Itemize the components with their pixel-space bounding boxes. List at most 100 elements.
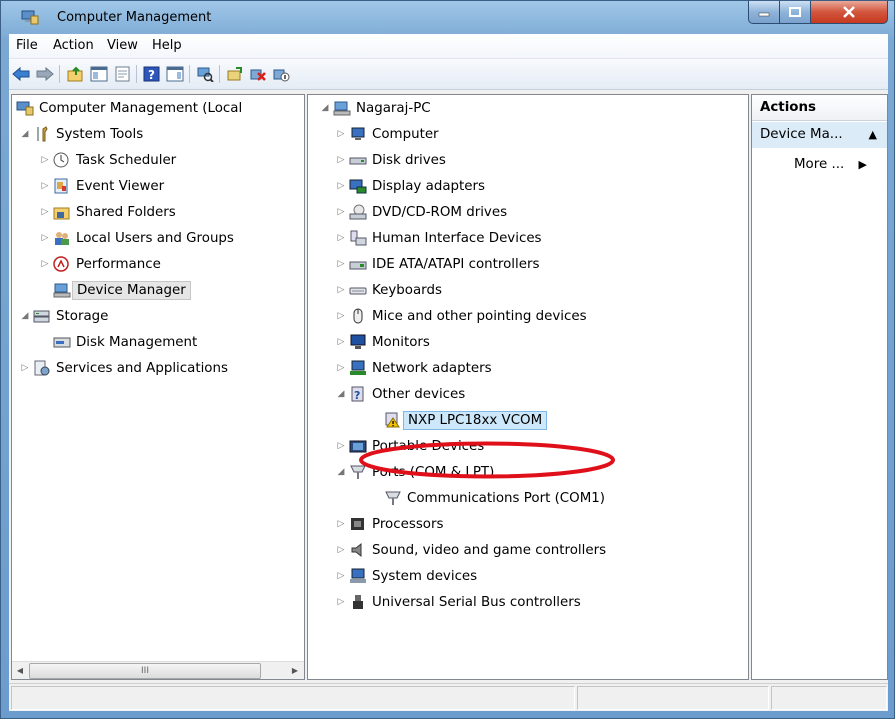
computer-icon [349, 126, 367, 142]
scroll-left-arrow-icon[interactable]: ◀ [13, 664, 27, 677]
forward-button[interactable] [35, 64, 55, 84]
device-category-processors[interactable]: ▷ Processors [336, 513, 444, 535]
tree-item-local-users-groups[interactable]: ▷ Local Users and Groups [40, 227, 234, 249]
uninstall-button[interactable] [248, 64, 268, 84]
processor-icon [349, 516, 367, 532]
pc-icon [333, 100, 351, 116]
expand-arrow-icon[interactable]: ▷ [336, 571, 346, 581]
tree-item-task-scheduler[interactable]: ▷ Task Scheduler [40, 149, 176, 171]
expand-arrow-icon[interactable]: ▷ [40, 207, 50, 217]
menu-action[interactable]: Action [53, 38, 94, 53]
collapse-up-arrow-icon[interactable]: ▲ [869, 122, 877, 148]
tree-item-services-applications[interactable]: ▷ Services and Applications [20, 357, 228, 379]
scrollbar-thumb[interactable]: III [29, 663, 261, 679]
minimize-button[interactable] [748, 1, 780, 24]
scan-hardware-button[interactable] [195, 64, 215, 84]
show-hide-tree-button[interactable] [89, 64, 109, 84]
device-category-network-adapters[interactable]: ▷ Network adapters [336, 357, 492, 379]
menu-help[interactable]: Help [152, 38, 182, 53]
expand-arrow-icon[interactable]: ▷ [40, 233, 50, 243]
device-category-usb[interactable]: ▷ Universal Serial Bus controllers [336, 591, 581, 613]
collapse-arrow-icon[interactable]: ◢ [336, 389, 346, 399]
expand-arrow-icon[interactable]: ▷ [336, 207, 346, 217]
collapse-arrow-icon[interactable]: ◢ [20, 129, 30, 139]
tools-icon [33, 126, 51, 142]
scroll-right-arrow-icon[interactable]: ▶ [288, 664, 302, 677]
device-category-sound[interactable]: ▷ Sound, video and game controllers [336, 539, 607, 561]
tree-item-shared-folders[interactable]: ▷ Shared Folders [40, 201, 176, 223]
expand-arrow-icon[interactable]: ▷ [40, 181, 50, 191]
expand-arrow-icon[interactable]: ▷ [336, 441, 346, 451]
back-button[interactable] [11, 64, 31, 84]
disable-device-button[interactable] [271, 64, 291, 84]
device-category-system-devices[interactable]: ▷ System devices [336, 565, 477, 587]
menu-view[interactable]: View [107, 38, 138, 53]
device-category-disk-drives[interactable]: ▷ Disk drives [336, 149, 446, 171]
up-folder-button[interactable] [66, 64, 86, 84]
expand-arrow-icon[interactable]: ▷ [40, 259, 50, 269]
expand-arrow-icon[interactable]: ▷ [336, 259, 346, 269]
tree-item-event-viewer[interactable]: ▷ Event Viewer [40, 175, 164, 197]
expand-arrow-icon[interactable]: ▷ [336, 181, 346, 191]
device-communications-port-com1[interactable]: Communications Port (COM1) [384, 487, 605, 509]
device-category-mice[interactable]: ▷ Mice and other pointing devices [336, 305, 587, 327]
expand-arrow-icon[interactable]: ▷ [336, 129, 346, 139]
console-tree-pane[interactable]: Computer Management (Local ◢ System Tool… [11, 94, 305, 680]
expand-arrow-icon[interactable]: ▷ [336, 285, 346, 295]
actions-more-item[interactable]: More ... ▶ [794, 157, 867, 172]
device-tree-root[interactable]: ◢ Nagaraj-PC [320, 97, 431, 119]
device-category-ide-controllers[interactable]: ▷ IDE ATA/ATAPI controllers [336, 253, 540, 275]
shared-folders-icon [53, 204, 71, 220]
properties-button[interactable] [113, 64, 133, 84]
unknown-device-icon: ? [349, 386, 367, 402]
tree-item-storage[interactable]: ◢ Storage [20, 305, 109, 327]
device-tree-pane[interactable]: ◢ Nagaraj-PC ▷ Computer ▷ Disk drives ▷ … [307, 94, 749, 680]
device-category-label: System devices [372, 568, 478, 584]
client-area: File Action View Help ? Computer Managem… [9, 34, 888, 711]
maximize-button[interactable] [780, 1, 811, 24]
close-button[interactable] [811, 1, 888, 24]
help-button[interactable]: ? [142, 64, 162, 84]
device-category-keyboards[interactable]: ▷ Keyboards [336, 279, 442, 301]
update-driver-button[interactable] [225, 64, 245, 84]
title-bar[interactable]: Computer Management [1, 1, 894, 34]
expand-arrow-icon[interactable]: ▷ [336, 545, 346, 555]
collapse-arrow-icon[interactable]: ◢ [20, 311, 30, 321]
disable-device-icon [273, 69, 290, 82]
device-category-label: Display adapters [372, 178, 485, 194]
device-category-computer[interactable]: ▷ Computer [336, 123, 439, 145]
tree-item-disk-management[interactable]: Disk Management [40, 331, 197, 353]
expand-arrow-icon[interactable]: ▷ [336, 311, 346, 321]
expand-arrow-icon[interactable]: ▷ [336, 519, 346, 529]
show-hide-action-pane-button[interactable] [165, 64, 185, 84]
device-category-dvd-cdrom[interactable]: ▷ DVD/CD-ROM drives [336, 201, 507, 223]
expand-arrow-icon[interactable]: ▷ [336, 597, 346, 607]
collapse-arrow-icon[interactable]: ◢ [336, 467, 346, 477]
tree-item-device-manager[interactable]: Device Manager [40, 279, 191, 301]
device-category-label: IDE ATA/ATAPI controllers [372, 256, 540, 272]
device-category-hid[interactable]: ▷ Human Interface Devices [336, 227, 542, 249]
uninstall-icon [250, 69, 266, 81]
collapse-arrow-icon[interactable]: ◢ [320, 103, 330, 113]
device-category-monitors[interactable]: ▷ Monitors [336, 331, 430, 353]
expand-arrow-icon[interactable]: ▷ [336, 155, 346, 165]
display-adapter-icon [349, 178, 367, 194]
device-category-label: Human Interface Devices [372, 230, 542, 246]
horizontal-scrollbar[interactable]: ◀ III ▶ [12, 661, 304, 679]
expand-arrow-icon[interactable]: ▷ [336, 233, 346, 243]
device-category-display-adapters[interactable]: ▷ Display adapters [336, 175, 485, 197]
device-nxp-lpc18xx-vcom[interactable]: NXP LPC18xx VCOM [384, 409, 548, 431]
tree-item-performance[interactable]: ▷ Performance [40, 253, 161, 275]
tree-item-system-tools[interactable]: ◢ System Tools [20, 123, 143, 145]
computer-management-icon [16, 100, 34, 116]
tree-root-computer-management[interactable]: Computer Management (Local [16, 97, 242, 119]
expand-arrow-icon[interactable]: ▷ [40, 155, 50, 165]
expand-arrow-icon[interactable]: ▷ [336, 363, 346, 373]
menu-file[interactable]: File [16, 38, 38, 53]
device-category-other-devices[interactable]: ◢ ? Other devices [336, 383, 465, 405]
forward-icon [36, 67, 54, 81]
expand-arrow-icon[interactable]: ▷ [336, 337, 346, 347]
expand-arrow-icon[interactable]: ▷ [20, 363, 30, 373]
toolbar-separator [189, 65, 190, 83]
actions-section-device-manager[interactable]: Device Ma... ▲ [752, 122, 887, 148]
